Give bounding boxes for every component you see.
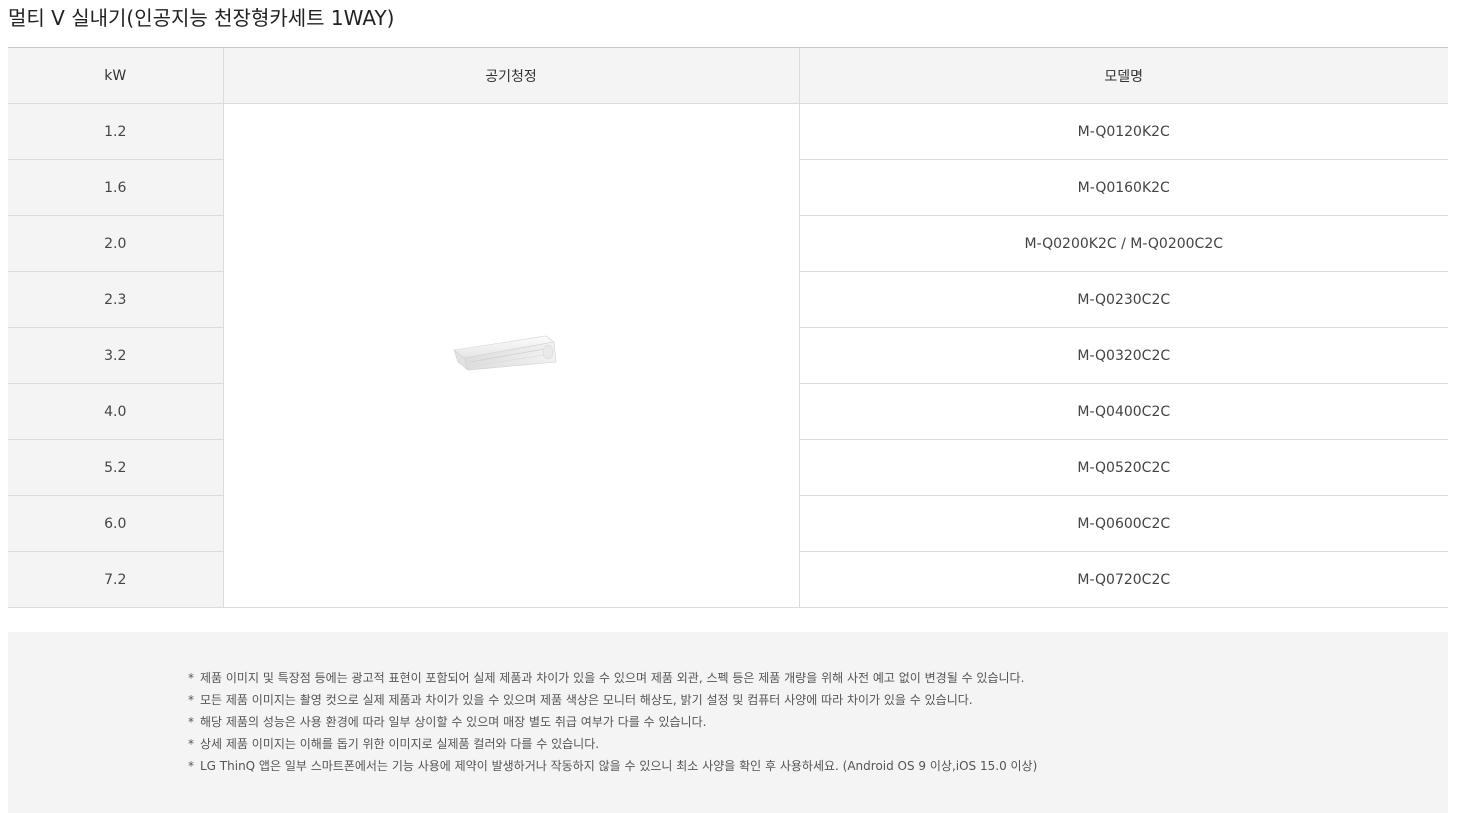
disclaimer-list: * 제품 이미지 및 특장점 등에는 광고적 표현이 포함되어 실제 제품과 차이… <box>188 667 1037 777</box>
header-kw: kW <box>8 47 223 104</box>
disclaimer-text: 모든 제품 이미지는 촬영 컷으로 실제 제품과 차이가 있을 수 있으며 제품… <box>200 693 973 707</box>
disclaimer-item: * 상세 제품 이미지는 이해를 돕기 위한 이미지로 실제품 컬러와 다를 수 … <box>188 733 1037 755</box>
kw-cell: 2.0 <box>8 215 224 272</box>
kw-cell: 2.3 <box>8 271 224 328</box>
disclaimer-text: 해당 제품의 성능은 사용 환경에 따라 일부 상이할 수 있으며 매장 별도 … <box>200 715 707 729</box>
header-model-name: 모델명 <box>798 47 1448 104</box>
asterisk-marker: * <box>188 759 194 773</box>
kw-cell: 6.0 <box>8 495 224 552</box>
kw-cell: 3.2 <box>8 327 224 384</box>
table-header-row: kW 공기청정 모델명 <box>8 47 1448 104</box>
table-row: 1.2 M-Q0120K2C <box>8 103 1448 608</box>
disclaimer-text: LG ThinQ 앱은 일부 스마트폰에서는 기능 사용에 제약이 발생하거나 … <box>200 759 1038 773</box>
disclaimer-text: 제품 이미지 및 특장점 등에는 광고적 표현이 포함되어 실제 제품과 차이가… <box>200 671 1025 685</box>
disclaimer-text: 상세 제품 이미지는 이해를 돕기 위한 이미지로 실제품 컬러와 다를 수 있… <box>200 737 600 751</box>
asterisk-marker: * <box>188 693 194 707</box>
kw-cell: 4.0 <box>8 383 224 440</box>
model-name-cell: M-Q0520C2C <box>799 439 1448 496</box>
disclaimer-item: * LG ThinQ 앱은 일부 스마트폰에서는 기능 사용에 제약이 발생하거나… <box>188 755 1037 777</box>
product-image-cell <box>223 103 800 608</box>
model-name-cell: M-Q0320C2C <box>799 327 1448 384</box>
disclaimer-notes: * 제품 이미지 및 특장점 등에는 광고적 표현이 포함되어 실제 제품과 차이… <box>8 632 1448 813</box>
disclaimer-item: * 제품 이미지 및 특장점 등에는 광고적 표현이 포함되어 실제 제품과 차이… <box>188 667 1037 689</box>
ceiling-cassette-unit-image <box>450 332 560 376</box>
page: 멀티 V 실내기(인공지능 천장형카세트 1WAY) kW 공기청정 모델명 1… <box>0 0 1465 813</box>
kw-cell: 1.2 <box>8 103 224 160</box>
asterisk-marker: * <box>188 737 194 751</box>
asterisk-marker: * <box>188 671 194 685</box>
disclaimer-item: * 모든 제품 이미지는 촬영 컷으로 실제 제품과 차이가 있을 수 있으며 제… <box>188 689 1037 711</box>
asterisk-marker: * <box>188 715 194 729</box>
page-title: 멀티 V 실내기(인공지능 천장형카세트 1WAY) <box>8 6 395 30</box>
model-name-cell: M-Q0400C2C <box>799 383 1448 440</box>
kw-cell: 5.2 <box>8 439 224 496</box>
spec-table: kW 공기청정 모델명 1.2 M-Q0120K2C 1.6 M-Q0160K2… <box>8 47 1448 608</box>
disclaimer-item: * 해당 제품의 성능은 사용 환경에 따라 일부 상이할 수 있으며 매장 별도… <box>188 711 1037 733</box>
model-name-cell: M-Q0230C2C <box>799 271 1448 328</box>
kw-cell: 1.6 <box>8 159 224 216</box>
kw-cell: 7.2 <box>8 551 224 608</box>
model-name-cell: M-Q0120K2C <box>799 103 1448 160</box>
header-air-purification: 공기청정 <box>222 47 799 104</box>
model-name-cell: M-Q0160K2C <box>799 159 1448 216</box>
model-name-cell: M-Q0200K2C / M-Q0200C2C <box>799 215 1448 272</box>
model-name-cell: M-Q0720C2C <box>799 551 1448 608</box>
model-name-cell: M-Q0600C2C <box>799 495 1448 552</box>
